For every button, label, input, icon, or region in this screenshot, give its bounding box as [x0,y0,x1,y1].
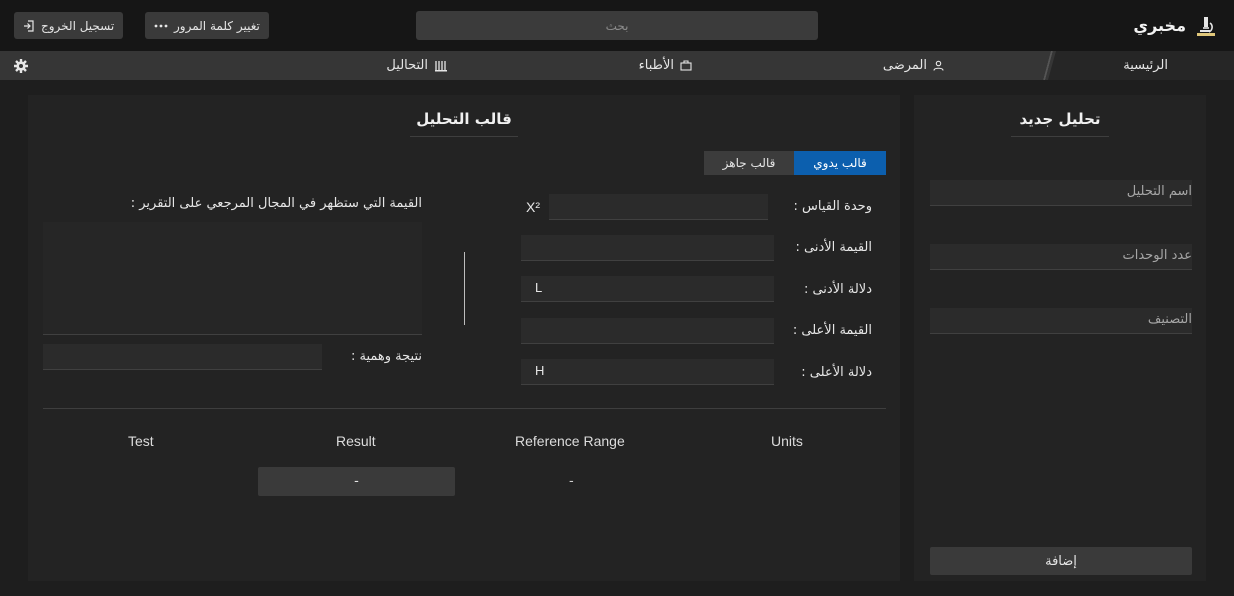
preview-result-value: - [354,474,359,489]
search-input[interactable]: بحث [416,11,818,40]
max-flag-input[interactable]: H [521,359,774,385]
nav-analyses-label: التحاليل [386,58,428,73]
min-flag-value: L [535,280,543,295]
preview-reference-range-value: - [569,474,574,489]
nav-divider [1042,51,1054,80]
change-password-button[interactable]: تغيير كلمة المرور [145,12,269,39]
preview-divider [43,408,886,409]
nav-item-doctors[interactable]: الأطباء [639,51,692,80]
min-value-label: القيمة الأدنى : [795,240,872,255]
unit-label: وحدة القياس : [793,199,873,214]
add-button-label: إضافة [1045,553,1077,569]
preview-header-test: Test [128,433,154,449]
units-count-placeholder: عدد الوحدات [1122,248,1192,263]
reference-text-area[interactable] [43,222,422,335]
change-password-label: تغيير كلمة المرور [174,18,260,33]
dummy-result-input[interactable] [43,344,322,370]
settings-gear-icon[interactable] [13,58,29,74]
max-flag-value: H [535,363,545,378]
max-value-input[interactable] [521,318,774,344]
min-value-input[interactable] [521,235,774,261]
tab-ready-template[interactable]: قالب جاهز [704,151,794,175]
logout-label: تسجيل الخروج [41,18,115,33]
search-placeholder: بحث [605,18,629,33]
vertical-divider [464,252,465,325]
analysis-name-input[interactable]: اسم التحليل [930,180,1192,206]
nav-patients-label: المرضى [882,58,927,73]
unit-symbol[interactable]: X² [526,199,540,215]
test-tubes-icon [434,60,448,72]
new-analysis-title: تحليل جديد [1011,110,1109,137]
analysis-name-placeholder: اسم التحليل [1126,184,1192,199]
user-icon [933,60,944,71]
logout-button[interactable]: تسجيل الخروج [14,12,124,39]
preview-header-result: Result [336,433,376,449]
nav-item-analyses[interactable]: التحاليل [386,51,448,80]
preview-header-reference-range: Reference Range [515,433,625,449]
new-analysis-panel [914,95,1206,581]
briefcase-icon [680,60,692,71]
brand-name: مخبري [1133,16,1186,35]
add-analysis-button[interactable]: إضافة [930,547,1192,575]
nav-item-patients[interactable]: المرضى [883,51,944,80]
top-bar: تسجيل الخروج تغيير كلمة المرور بحث مخبري [0,0,1234,51]
unit-input[interactable] [549,194,768,220]
min-flag-input[interactable]: L [521,276,774,302]
nav-item-home[interactable]: الرئيسية [1123,51,1168,80]
min-flag-label: دلالة الأدنى : [803,282,872,297]
nav-doctors-label: الأطباء [638,58,674,73]
password-dots-icon [154,23,168,29]
preview-result-cell: - [258,467,455,496]
reference-text-label: القيمة التي ستظهر في المجال المرجعي على … [130,196,422,211]
category-input[interactable]: التصنيف [930,308,1192,334]
logout-icon [23,19,35,32]
template-title: قالب التحليل [410,110,518,137]
tab-manual-template[interactable]: قالب يدوي [794,151,886,175]
tab-ready-label: قالب جاهز [722,156,776,170]
brand: مخبري [1133,11,1216,40]
microscope-icon [1196,15,1216,37]
nav-bar: الرئيسية المرضى الأطباء التحاليل [0,51,1234,80]
dummy-result-label: نتيجة وهمية : [350,349,422,364]
category-placeholder: التصنيف [1147,312,1192,327]
units-count-input[interactable]: عدد الوحدات [930,244,1192,270]
max-value-label: القيمة الأعلى : [792,323,872,338]
tab-manual-label: قالب يدوي [813,156,867,170]
nav-home-label: الرئيسية [1123,58,1168,73]
max-flag-label: دلالة الأعلى : [801,365,872,380]
preview-header-units: Units [771,433,803,449]
